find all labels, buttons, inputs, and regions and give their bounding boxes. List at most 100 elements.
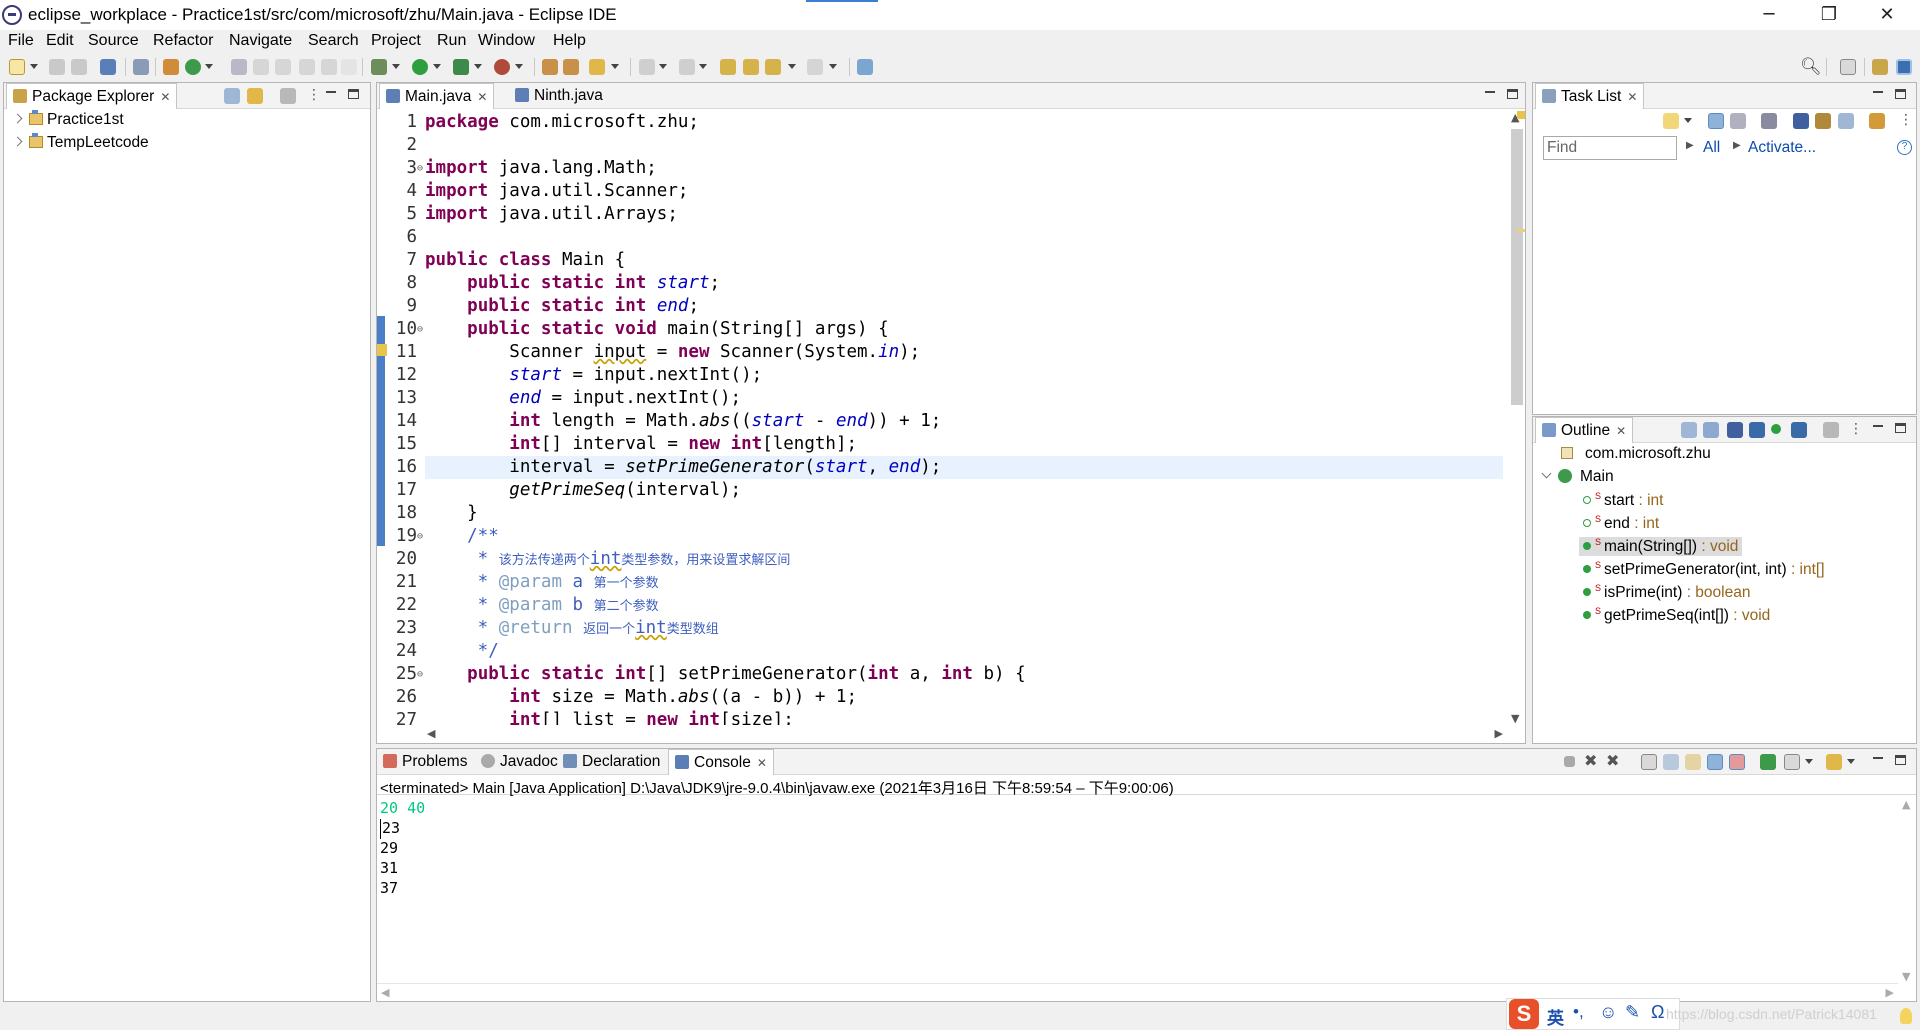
- word-wrap-icon[interactable]: [1685, 754, 1701, 770]
- editor-vertical-scrollbar[interactable]: ▲ ▼: [1507, 111, 1525, 725]
- back-dropdown-icon[interactable]: [788, 64, 796, 69]
- tab-problems[interactable]: Problems: [377, 749, 473, 775]
- pin-editor-icon[interactable]: [857, 59, 873, 75]
- collapse-all-icon[interactable]: [1838, 113, 1854, 129]
- close-icon[interactable]: ✕: [477, 90, 487, 104]
- next-annotation-dropdown-icon[interactable]: [659, 64, 667, 69]
- close-icon[interactable]: ✕: [757, 756, 767, 770]
- clear-console-icon[interactable]: [1641, 754, 1657, 770]
- maximize-view-icon[interactable]: [1507, 89, 1518, 99]
- filter-tasks-icon[interactable]: [1761, 113, 1777, 129]
- maximize-view-icon[interactable]: [1895, 89, 1906, 99]
- activate-link[interactable]: Activate...: [1748, 139, 1816, 157]
- open-type-icon[interactable]: [231, 59, 247, 75]
- coverage-dropdown-icon[interactable]: [474, 64, 482, 69]
- synchronize-icon[interactable]: [1869, 113, 1885, 129]
- restore-button[interactable]: ❐: [1806, 0, 1852, 30]
- scroll-right-icon[interactable]: ▶: [1495, 727, 1503, 740]
- run-icon[interactable]: [412, 59, 428, 75]
- menu-refactor[interactable]: Refactor: [153, 32, 213, 50]
- terminate-icon[interactable]: [1564, 756, 1575, 767]
- link-with-editor-icon[interactable]: [247, 88, 263, 104]
- sort-icon[interactable]: [1703, 422, 1719, 438]
- new-task-icon[interactable]: [1663, 113, 1679, 129]
- show-whitespace-icon[interactable]: [341, 59, 357, 75]
- outline-member[interactable]: SsetPrimeGenerator(int, int) : int[]: [1583, 560, 1825, 579]
- open-task-icon[interactable]: [253, 59, 269, 75]
- back-icon[interactable]: [743, 59, 759, 75]
- coverage-icon[interactable]: [453, 59, 469, 75]
- scroll-right-icon[interactable]: ▶: [1886, 986, 1894, 999]
- hide-nonpublic-icon[interactable]: [1771, 424, 1781, 434]
- menu-help[interactable]: Help: [553, 32, 586, 50]
- hide-static-icon[interactable]: [1749, 422, 1765, 438]
- find-input[interactable]: Find: [1543, 136, 1677, 160]
- external-tools-icon[interactable]: [494, 59, 510, 75]
- prev-annotation-dropdown-icon[interactable]: [699, 64, 707, 69]
- outline-member[interactable]: Send : int: [1583, 514, 1659, 533]
- toggle-mark-icon[interactable]: [299, 59, 315, 75]
- close-button[interactable]: ✕: [1864, 0, 1910, 30]
- close-icon[interactable]: ✕: [1627, 90, 1637, 104]
- scroll-up-icon[interactable]: ▲: [1902, 798, 1910, 811]
- minimize-view-icon[interactable]: [1873, 757, 1883, 759]
- chevron-down-icon[interactable]: [1541, 468, 1552, 479]
- save-all-icon[interactable]: [71, 59, 87, 75]
- scroll-left-icon[interactable]: ◀: [381, 986, 389, 999]
- hide-fields-icon[interactable]: [1727, 422, 1743, 438]
- run-dropdown-icon[interactable]: [433, 64, 441, 69]
- new-class-icon[interactable]: [185, 59, 201, 75]
- scroll-lock-icon[interactable]: [1663, 754, 1679, 770]
- terminal-icon[interactable]: [100, 59, 116, 75]
- menu-file[interactable]: File: [8, 32, 34, 50]
- menu-search[interactable]: Search: [308, 32, 359, 50]
- outline-member-selected[interactable]: Smain(String[]) : void: [1579, 537, 1743, 556]
- next-annotation-icon[interactable]: [639, 59, 655, 75]
- open-console-dropdown-icon[interactable]: [1847, 759, 1855, 764]
- focus-icon[interactable]: [1815, 113, 1831, 129]
- debug-dropdown-icon[interactable]: [392, 64, 400, 69]
- display-console-dropdown-icon[interactable]: [1805, 759, 1813, 764]
- search-icon[interactable]: 🔍︎: [1800, 57, 1822, 77]
- view-menu-icon[interactable]: ⋮: [1899, 111, 1913, 128]
- special-char-icon[interactable]: Ω: [1651, 1002, 1664, 1023]
- bulb-icon[interactable]: [1900, 1008, 1912, 1024]
- new-icon[interactable]: [9, 59, 25, 75]
- scroll-down-icon[interactable]: ▼: [1902, 970, 1910, 983]
- display-console-icon[interactable]: [1784, 754, 1800, 770]
- scroll-left-icon[interactable]: ◀: [427, 727, 435, 740]
- menu-project[interactable]: Project: [371, 32, 421, 50]
- maximize-view-icon[interactable]: [1895, 755, 1906, 765]
- hide-local-types-icon[interactable]: [1791, 422, 1807, 438]
- tab-outline[interactable]: Outline ✕: [1535, 417, 1634, 443]
- forward-dropdown-icon[interactable]: [829, 64, 837, 69]
- all-link[interactable]: All: [1703, 139, 1720, 157]
- scrollbar-thumb[interactable]: [1511, 129, 1523, 405]
- skip-breakpoints-icon[interactable]: [133, 59, 149, 75]
- hide-completed-icon[interactable]: [1793, 113, 1809, 129]
- new-task-dropdown-icon[interactable]: [1684, 118, 1692, 123]
- menu-source[interactable]: Source: [88, 32, 139, 50]
- new-java-project-icon[interactable]: [163, 59, 179, 75]
- menu-window[interactable]: Window: [478, 32, 535, 50]
- scheduled-icon[interactable]: [1730, 113, 1746, 129]
- prev-annotation-icon[interactable]: [679, 59, 695, 75]
- open-perspective-icon[interactable]: [1840, 59, 1856, 75]
- new-dropdown-icon[interactable]: [30, 64, 38, 69]
- chevron-right-icon[interactable]: [12, 113, 23, 124]
- show-stdout-icon[interactable]: [1707, 754, 1723, 770]
- save-icon[interactable]: [49, 59, 65, 75]
- menu-run[interactable]: Run: [437, 32, 466, 50]
- menu-edit[interactable]: Edit: [46, 32, 74, 50]
- outline-member[interactable]: SgetPrimeSeq(int[]) : void: [1583, 606, 1770, 625]
- minimize-view-icon[interactable]: [1873, 425, 1883, 427]
- overview-marker-icon[interactable]: [1517, 229, 1525, 232]
- tree-item-project[interactable]: TempLeetcode: [12, 133, 149, 152]
- punctuation-icon[interactable]: •,: [1573, 1002, 1584, 1022]
- tab-main-java[interactable]: Main.java ✕: [379, 83, 495, 109]
- filter-icon[interactable]: [280, 88, 296, 104]
- outline-class[interactable]: Main: [1541, 468, 1614, 486]
- java-ee-perspective-icon[interactable]: [1872, 59, 1888, 75]
- warning-marker-icon[interactable]: [377, 344, 387, 356]
- maximize-view-icon[interactable]: [348, 89, 359, 99]
